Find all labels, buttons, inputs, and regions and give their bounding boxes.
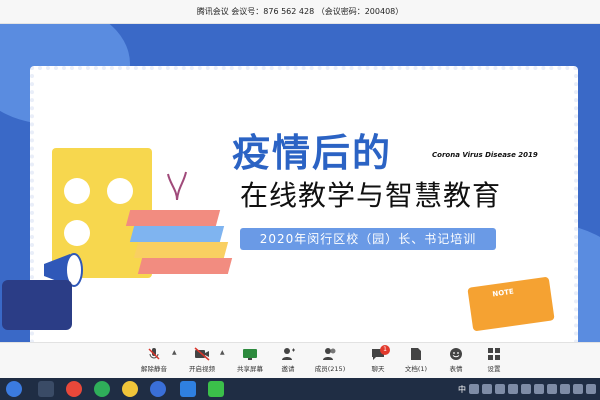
emoji-icon: [450, 348, 462, 360]
start-video-label: 开启视频: [189, 365, 215, 373]
unmute-label: 解除静音: [141, 365, 167, 373]
tray-icon[interactable]: [547, 384, 557, 394]
slide-headline-2: 在线教学与智慧教育: [240, 179, 502, 212]
start-video-button[interactable]: 开启视频: [180, 347, 224, 377]
app-icon[interactable]: [122, 381, 138, 397]
meeting-title: 腾讯会议 会议号：876 562 428 （会议密码：200408）: [196, 7, 404, 16]
invite-icon: [282, 348, 295, 360]
invite-button[interactable]: 邀请: [266, 347, 310, 377]
browser-icon[interactable]: [150, 381, 166, 397]
settings-label: 设置: [487, 365, 501, 373]
media-player-icon[interactable]: [94, 381, 110, 397]
notebook-label: NOTE: [491, 287, 515, 299]
audio-options-caret[interactable]: ▲: [172, 349, 177, 356]
chat-unread-badge: 1: [380, 345, 390, 355]
documents-button[interactable]: 文档(1): [394, 347, 438, 377]
invite-label: 邀请: [281, 365, 295, 373]
system-tray: 中: [458, 382, 596, 396]
microphone-muted-icon: [148, 348, 160, 360]
books-illustration: [125, 210, 233, 290]
slide-subtitle-en: Corona Virus Disease 2019: [432, 151, 538, 159]
plant-illustration: [166, 170, 188, 201]
meeting-toolbar: 解除静音 ▲ 开启视频 ▲ 共享屏幕 邀请 成员(215) 1 聊天 文档(1)…: [0, 342, 600, 378]
document-icon: [411, 348, 421, 360]
input-method-indicator[interactable]: 中: [458, 384, 466, 395]
grid-settings-icon: [488, 348, 500, 360]
slide-headline-1: 疫情后的: [232, 131, 393, 175]
tray-icon[interactable]: [560, 384, 570, 394]
members-label: 成员(215): [314, 365, 346, 373]
settings-button[interactable]: 设置: [472, 347, 516, 377]
chrome-browser-icon[interactable]: [66, 381, 82, 397]
tencent-meeting-icon[interactable]: [180, 381, 196, 397]
training-banner: 2020年闵行区校（园）长、书记培训: [240, 228, 496, 250]
tray-icon[interactable]: [469, 384, 479, 394]
tray-icon[interactable]: [534, 384, 544, 394]
members-icon: [323, 348, 336, 360]
wechat-icon[interactable]: [208, 381, 224, 397]
share-screen-icon: [243, 349, 257, 360]
unmute-button[interactable]: 解除静音: [132, 347, 176, 377]
video-options-caret[interactable]: ▲: [220, 349, 225, 356]
tray-icon[interactable]: [482, 384, 492, 394]
start-button-icon[interactable]: [6, 381, 22, 397]
tray-icon[interactable]: [495, 384, 505, 394]
members-button[interactable]: 成员(215): [308, 347, 352, 377]
os-taskbar: 中: [0, 378, 600, 400]
documents-label: 文档(1): [404, 365, 428, 373]
graduation-cap-icon: [2, 280, 72, 330]
window-titlebar: 腾讯会议 会议号：876 562 428 （会议密码：200408）: [0, 0, 600, 24]
tray-icon[interactable]: [508, 384, 518, 394]
file-explorer-icon[interactable]: [38, 381, 54, 397]
tray-icon[interactable]: [521, 384, 531, 394]
tray-icon[interactable]: [573, 384, 583, 394]
camera-off-icon: [194, 347, 210, 361]
tray-icon[interactable]: [586, 384, 596, 394]
